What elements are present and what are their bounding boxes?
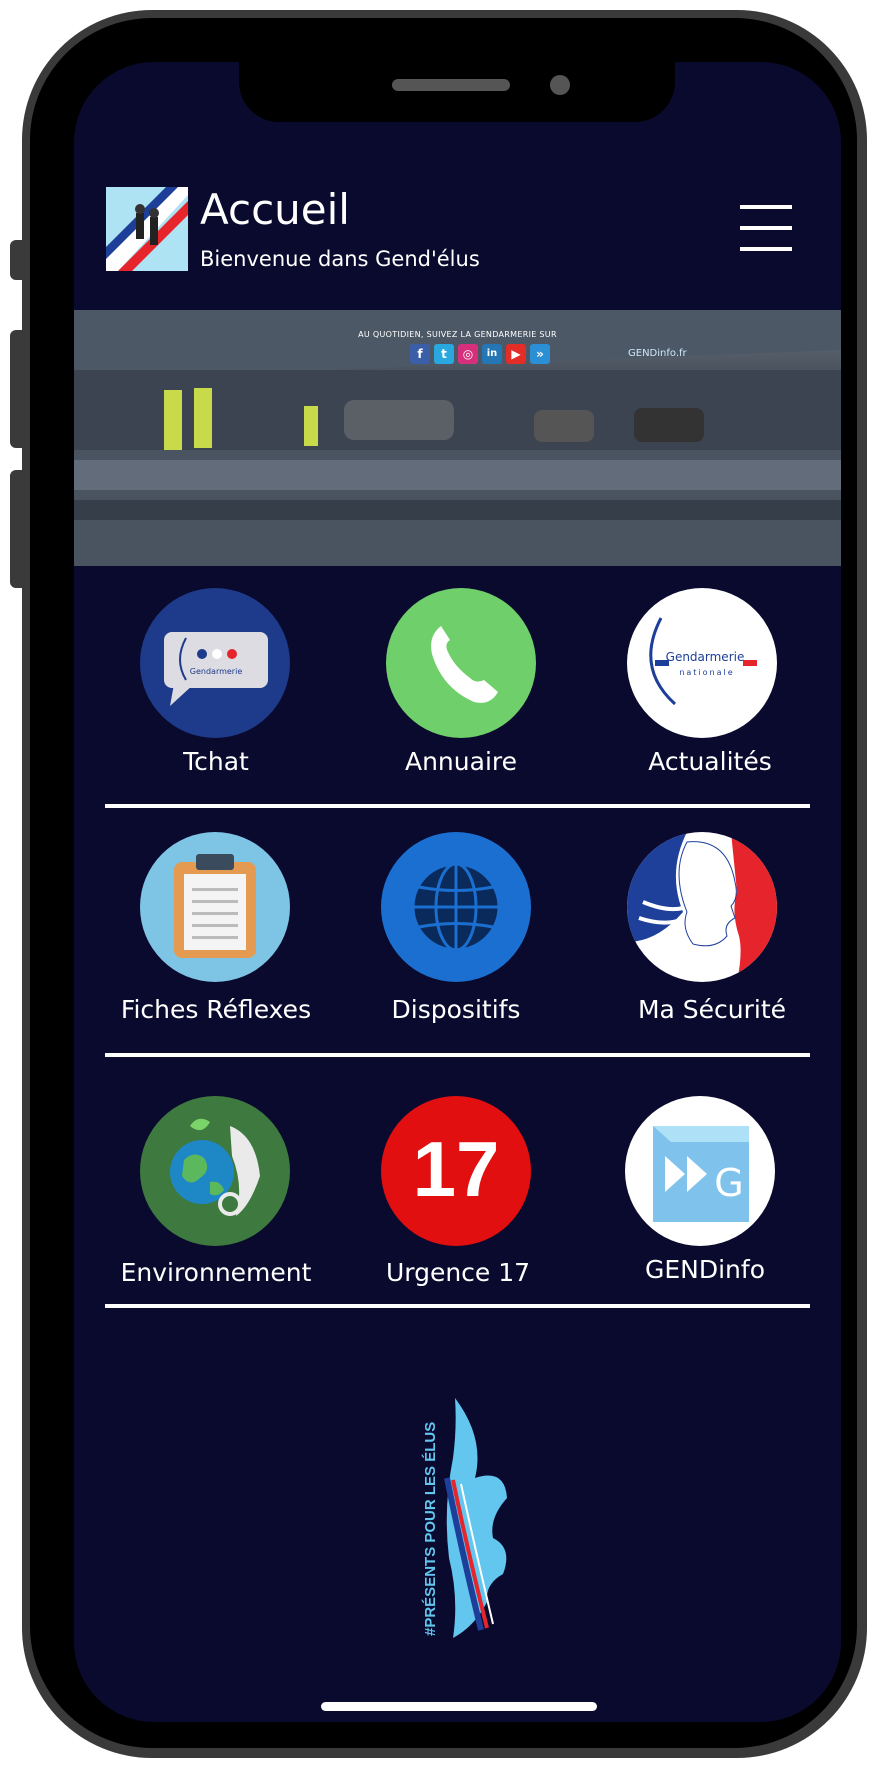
banner-gendinfo-text: GENDinfo.fr (628, 348, 687, 359)
tile-label-tchat: Tchat (183, 747, 249, 776)
banner-caption: AU QUOTIDIEN, SUIVEZ LA GENDARMERIE SUR (358, 330, 557, 339)
tile-label-urgence-17: Urgence 17 (385, 1258, 531, 1287)
gendinfo-icon[interactable]: » (530, 344, 550, 364)
hamburger-menu-icon[interactable] (740, 205, 792, 251)
fiches-reflexes-button[interactable] (140, 832, 290, 982)
actualites-button[interactable]: Gendarmerie nationale (627, 588, 777, 738)
environnement-button[interactable] (140, 1096, 290, 1246)
tile-label-environnement: Environnement (120, 1258, 312, 1287)
instagram-icon[interactable]: ◎ (458, 344, 478, 364)
linkedin-icon[interactable]: in (482, 344, 502, 364)
phone-notch (239, 62, 675, 122)
tchat-button[interactable]: Gendarmerie (140, 588, 290, 738)
annuaire-button[interactable] (386, 588, 536, 738)
tile-label-annuaire: Annuaire (404, 747, 517, 776)
row-divider-3 (105, 1304, 810, 1308)
facebook-icon[interactable]: f (410, 344, 430, 364)
urgence-17-button[interactable]: 17 (381, 1096, 531, 1246)
chat-bubble-text: Gendarmerie (190, 667, 243, 676)
ma-securite-button[interactable] (627, 832, 777, 982)
emergency-17-text: 17 (413, 1125, 500, 1213)
twitter-icon[interactable]: t (434, 344, 454, 364)
row-divider-2 (105, 1053, 810, 1057)
dispositifs-button[interactable] (381, 832, 531, 982)
tile-label-fiches-reflexes: Fiches Réflexes (120, 995, 312, 1024)
phone-camera (550, 75, 570, 95)
footer-slogan: #PRÉSENTS POUR LES ÉLUS (422, 1422, 439, 1636)
page-subtitle: Bienvenue dans Gend'élus (200, 247, 480, 271)
tile-label-gendinfo: GENDinfo (644, 1255, 765, 1284)
gendarmerie-flame-emblem: #PRÉSENTS POUR LES ÉLUS (405, 1398, 525, 1646)
gendinfo-letter: G (714, 1161, 743, 1205)
page-title: Accueil (200, 185, 350, 234)
social-links: f t ◎ in ▶ » (410, 344, 550, 364)
tile-label-dispositifs: Dispositifs (391, 995, 521, 1024)
hero-banner: AU QUOTIDIEN, SUIVEZ LA GENDARMERIE SUR … (74, 310, 841, 566)
home-indicator[interactable] (321, 1702, 597, 1711)
gendelus-logo (106, 187, 188, 271)
gendinfo-button[interactable]: G (625, 1096, 775, 1246)
row-divider-1 (105, 804, 810, 808)
phone-speaker (392, 79, 510, 91)
gendarmerie-logo-text: Gendarmerie (666, 650, 745, 664)
youtube-icon[interactable]: ▶ (506, 344, 526, 364)
gendarmerie-logo-subtext: nationale (679, 668, 734, 677)
tile-label-ma-securite: Ma Sécurité (637, 995, 787, 1024)
tile-label-actualites: Actualités (648, 747, 772, 776)
